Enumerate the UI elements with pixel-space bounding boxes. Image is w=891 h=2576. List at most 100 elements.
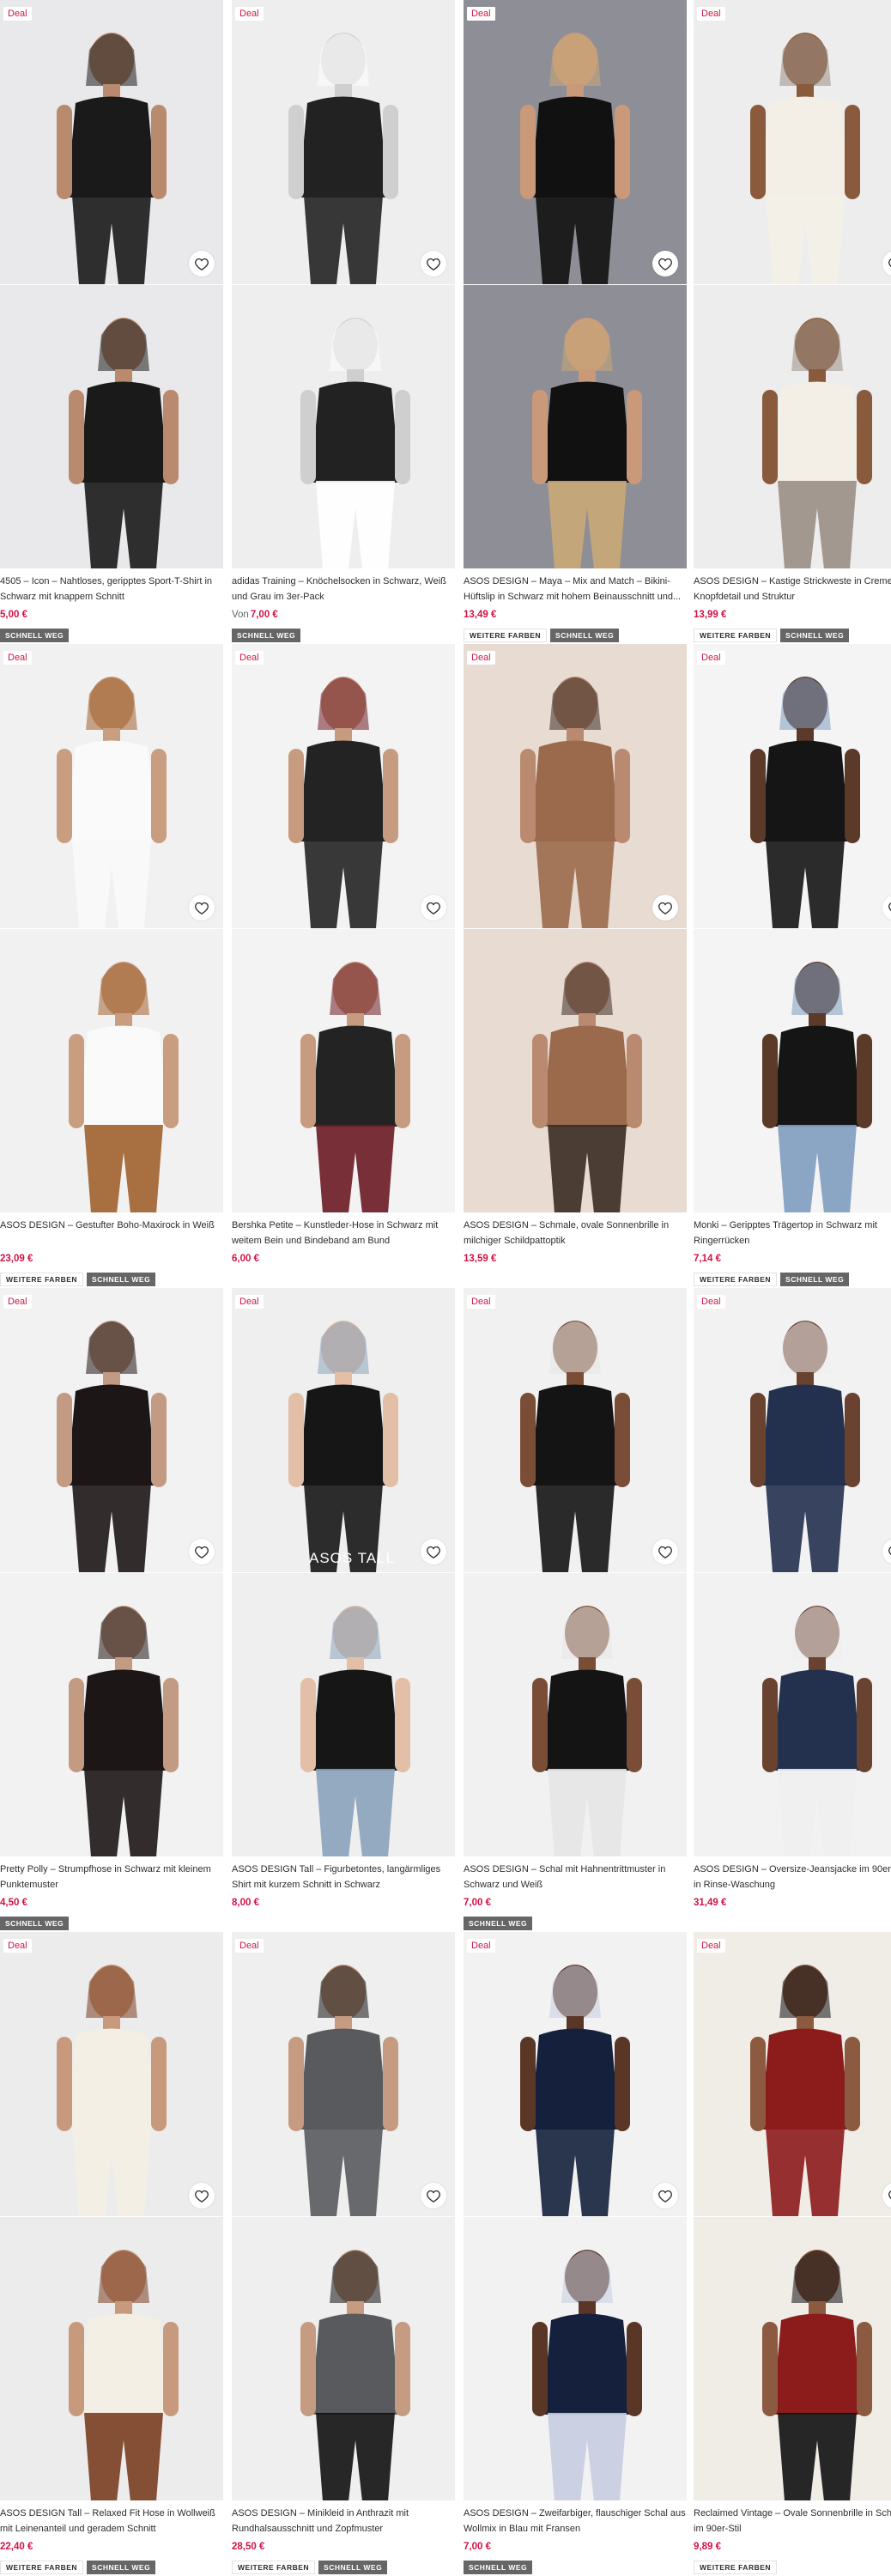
product-title[interactable]: ASOS DESIGN – Schmale, ovale Sonnenbrill… xyxy=(464,1218,687,1249)
product-image[interactable] xyxy=(694,1932,891,2216)
save-for-later-button[interactable] xyxy=(652,1539,678,1564)
product-card[interactable]: Deal ASOS DESIGN – Schal mit Hahnentritt… xyxy=(464,1288,687,1930)
product-image-gallery[interactable]: Deal xyxy=(0,1288,223,1856)
product-card[interactable]: Deal Reclaimed Vintage – Ovale Sonnenbri… xyxy=(694,1932,891,2574)
product-image-gallery[interactable]: Deal xyxy=(694,0,891,568)
product-title[interactable]: ASOS DESIGN – Zweifarbiger, flauschiger … xyxy=(464,2506,687,2537)
product-image-alternate[interactable] xyxy=(0,2216,223,2500)
product-image[interactable] xyxy=(232,644,455,928)
product-title[interactable]: 4505 – Icon – Nahtloses, geripptes Sport… xyxy=(0,574,223,605)
product-image-alternate[interactable] xyxy=(464,928,687,1212)
product-image[interactable] xyxy=(0,0,223,284)
price-value: 31,49 € xyxy=(694,1898,727,1908)
product-image[interactable] xyxy=(464,644,687,928)
product-image-alternate[interactable] xyxy=(464,1572,687,1856)
product-image-alternate[interactable] xyxy=(464,2216,687,2500)
product-image[interactable] xyxy=(694,0,891,284)
product-card[interactable]: Deal ASOS DESIGN Tall – Relaxed Fit Hose… xyxy=(0,1932,223,2574)
product-card[interactable]: Deal ASOS DESIGN – Minikleid in Anthrazi… xyxy=(232,1932,455,2574)
save-for-later-button[interactable] xyxy=(421,895,446,920)
product-title[interactable]: ASOS DESIGN – Minikleid in Anthrazit mit… xyxy=(232,2506,455,2537)
product-image[interactable] xyxy=(0,1288,223,1572)
product-image-alternate[interactable] xyxy=(0,284,223,568)
product-card[interactable]: Deal ASOS TALL ASOS DESIGN Tall – Figurb… xyxy=(232,1288,455,1930)
product-card[interactable]: Deal ASOS DESIGN – Oversize-Jeansjacke i… xyxy=(694,1288,891,1930)
product-image[interactable] xyxy=(464,0,687,284)
product-image-gallery[interactable]: Deal xyxy=(464,1932,687,2500)
product-image-gallery[interactable]: Deal xyxy=(0,0,223,568)
selling-fast-tag: SCHNELL WEG xyxy=(550,629,620,642)
product-title[interactable]: ASOS DESIGN – Schal mit Hahnentrittmuste… xyxy=(464,1862,687,1893)
product-title[interactable]: Monki – Geripptes Trägertop in Schwarz m… xyxy=(694,1218,891,1249)
product-image-gallery[interactable]: Deal ASOS TALL xyxy=(232,1288,455,1856)
product-image[interactable] xyxy=(0,1932,223,2216)
product-card[interactable]: Deal ASOS DESIGN – Maya – Mix and Match … xyxy=(464,0,687,642)
product-image-gallery[interactable]: Deal xyxy=(694,1288,891,1856)
product-image-alternate[interactable] xyxy=(694,2216,891,2500)
product-card[interactable]: Deal ASOS DESIGN – Zweifarbiger, flausch… xyxy=(464,1932,687,2574)
deal-badge: Deal xyxy=(697,1939,725,1953)
product-title[interactable]: ASOS DESIGN – Kastige Strickweste in Cre… xyxy=(694,574,891,605)
product-title[interactable]: Pretty Polly – Strumpfhose in Schwarz mi… xyxy=(0,1862,223,1893)
product-image[interactable] xyxy=(694,644,891,928)
product-image-gallery[interactable]: Deal xyxy=(694,644,891,1212)
product-card[interactable]: Deal 4505 – Icon – Nahtloses, geripptes … xyxy=(0,0,223,642)
product-image-alternate[interactable] xyxy=(0,928,223,1212)
product-card[interactable]: Deal Pretty Polly – Strumpfhose in Schwa… xyxy=(0,1288,223,1930)
product-image[interactable] xyxy=(232,0,455,284)
save-for-later-button[interactable] xyxy=(189,251,215,276)
product-image[interactable] xyxy=(232,1932,455,2216)
save-for-later-button[interactable] xyxy=(652,2183,678,2208)
product-image[interactable] xyxy=(232,1288,455,1572)
product-image-alternate[interactable] xyxy=(0,1572,223,1856)
product-card[interactable]: Deal Monki – Geripptes Trägertop in Schw… xyxy=(694,644,891,1286)
product-image-gallery[interactable]: Deal xyxy=(232,1932,455,2500)
product-image-gallery[interactable]: Deal xyxy=(464,0,687,568)
product-title[interactable]: ASOS DESIGN – Oversize-Jeansjacke im 90e… xyxy=(694,1862,891,1893)
save-for-later-button[interactable] xyxy=(652,895,678,920)
product-image-alternate[interactable] xyxy=(694,284,891,568)
product-image-alternate[interactable] xyxy=(232,928,455,1212)
product-image-gallery[interactable]: Deal xyxy=(0,1932,223,2500)
product-card[interactable]: Deal adidas Training – Knöchelsocken in … xyxy=(232,0,455,642)
product-image[interactable] xyxy=(694,1288,891,1572)
product-title[interactable]: ASOS DESIGN – Maya – Mix and Match – Bik… xyxy=(464,574,687,605)
product-tags: SCHNELL WEG xyxy=(464,1917,687,1930)
product-image[interactable] xyxy=(464,1288,687,1572)
product-title[interactable]: Bershka Petite – Kunstleder-Hose in Schw… xyxy=(232,1218,455,1249)
product-title[interactable]: ASOS DESIGN Tall – Relaxed Fit Hose in W… xyxy=(0,2506,223,2537)
product-card[interactable]: Deal ASOS DESIGN – Schmale, ovale Sonnen… xyxy=(464,644,687,1286)
product-image-gallery[interactable]: Deal xyxy=(694,1932,891,2500)
product-card[interactable]: Deal ASOS DESIGN – Kastige Strickweste i… xyxy=(694,0,891,642)
product-card[interactable]: Deal Bershka Petite – Kunstleder-Hose in… xyxy=(232,644,455,1286)
product-image-gallery[interactable]: Deal xyxy=(232,0,455,568)
price-value: 23,09 € xyxy=(0,1254,33,1264)
more-colors-tag: WEITERE FARBEN xyxy=(694,2561,778,2574)
product-image-alternate[interactable] xyxy=(464,284,687,568)
heart-icon xyxy=(427,2190,440,2202)
product-image-alternate[interactable] xyxy=(232,1572,455,1856)
product-image-gallery[interactable]: Deal xyxy=(0,644,223,1212)
product-image[interactable] xyxy=(0,644,223,928)
product-title[interactable]: Reclaimed Vintage – Ovale Sonnenbrille i… xyxy=(694,2506,891,2537)
save-for-later-button[interactable] xyxy=(421,251,446,276)
product-title[interactable]: ASOS DESIGN – Gestufter Boho-Maxirock in… xyxy=(0,1218,223,1249)
product-title[interactable]: adidas Training – Knöchelsocken in Schwa… xyxy=(232,574,455,605)
product-image-alternate[interactable] xyxy=(694,1572,891,1856)
save-for-later-button[interactable] xyxy=(421,1539,446,1564)
product-tags xyxy=(464,1273,687,1286)
save-for-later-button[interactable] xyxy=(652,251,678,276)
product-image-alternate[interactable] xyxy=(232,284,455,568)
product-title[interactable]: ASOS DESIGN Tall – Figurbetontes, langär… xyxy=(232,1862,455,1893)
save-for-later-button[interactable] xyxy=(421,2183,446,2208)
product-image-gallery[interactable]: Deal xyxy=(232,644,455,1212)
product-image-alternate[interactable] xyxy=(694,928,891,1212)
save-for-later-button[interactable] xyxy=(189,895,215,920)
product-image-gallery[interactable]: Deal xyxy=(464,1288,687,1856)
product-image[interactable] xyxy=(464,1932,687,2216)
save-for-later-button[interactable] xyxy=(189,1539,215,1564)
product-image-alternate[interactable] xyxy=(232,2216,455,2500)
save-for-later-button[interactable] xyxy=(189,2183,215,2208)
product-card[interactable]: Deal ASOS DESIGN – Gestufter Boho-Maxiro… xyxy=(0,644,223,1286)
product-image-gallery[interactable]: Deal xyxy=(464,644,687,1212)
